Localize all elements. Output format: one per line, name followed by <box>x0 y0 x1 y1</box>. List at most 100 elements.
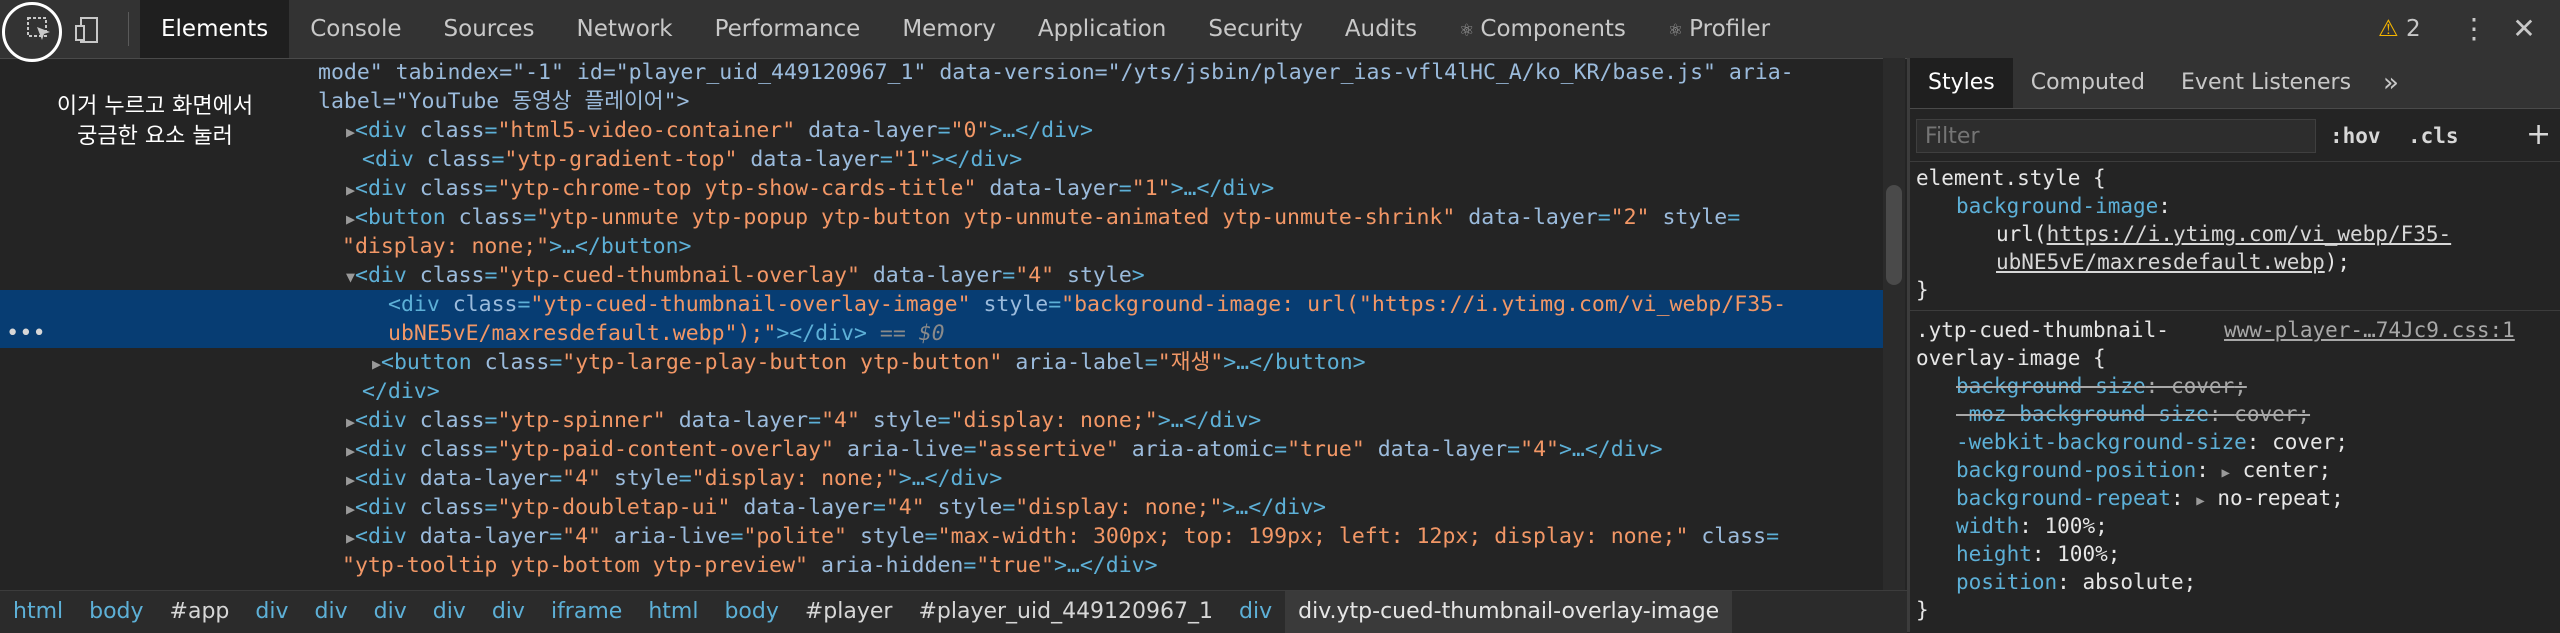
tree-scrollbar-thumb[interactable] <box>1886 185 1902 285</box>
rule-close-brace: } <box>1916 598 1929 622</box>
style-declaration[interactable]: -webkit-background-size: cover; <box>1956 428 2348 456</box>
expand-arrow-icon[interactable]: ▶ <box>0 471 355 489</box>
tab-performance[interactable]: Performance <box>694 0 882 58</box>
devtools-toolbar: Elements Console Sources Network Perform… <box>0 0 2560 62</box>
expand-arrow-icon[interactable]: ▶ <box>0 442 355 460</box>
tree-line[interactable]: ▼<div class="ytp-cued-thumbnail-overlay"… <box>0 261 1883 290</box>
tree-line[interactable]: ▶<div class="ytp-spinner" data-layer="4"… <box>0 406 1883 435</box>
sidebar-tabs: Styles Computed Event Listeners » <box>1910 58 2560 109</box>
tree-line[interactable]: mode" tabindex="-1" id="player_uid_44912… <box>0 58 1883 87</box>
tab-security[interactable]: Security <box>1187 0 1323 58</box>
breadcrumb-item[interactable]: body <box>711 591 791 633</box>
tab-elements[interactable]: Elements <box>140 0 290 58</box>
attr-continuation: mode" tabindex="-1" id="player_uid_44912… <box>318 60 1794 85</box>
tab-audits[interactable]: Audits <box>1324 0 1438 58</box>
rule-close-brace: } <box>1916 278 1929 302</box>
tab-application[interactable]: Application <box>1017 0 1188 58</box>
expand-arrow-icon[interactable]: ▶ <box>0 529 355 547</box>
expand-arrow-icon[interactable]: ▶ <box>0 355 381 373</box>
expand-arrow-icon[interactable]: ▶ <box>0 413 355 431</box>
tree-scrollbar[interactable] <box>1883 58 1905 590</box>
breadcrumb-item[interactable]: html <box>635 591 711 633</box>
tree-line[interactable]: ▶<div data-layer="4" style="display: non… <box>0 464 1883 493</box>
tree-line[interactable]: "display: none;">…</button> <box>0 232 1883 261</box>
collapse-arrow-icon[interactable]: ▼ <box>0 268 355 286</box>
rule-source-link[interactable]: www-player-…74Jc9.css:1 <box>2224 316 2515 344</box>
more-options-icon[interactable]: ⋮ <box>2460 0 2488 58</box>
cls-toggle[interactable]: .cls <box>2408 119 2459 153</box>
tree-line[interactable]: ▶<div data-layer="4" aria-live="polite" … <box>0 522 1883 551</box>
tab-sources[interactable]: Sources <box>423 0 556 58</box>
tab-styles[interactable]: Styles <box>1910 58 2013 108</box>
tab-computed[interactable]: Computed <box>2013 58 2163 108</box>
breadcrumb-item[interactable]: div <box>420 591 479 633</box>
breadcrumb-item[interactable]: #player_uid_449120967_1 <box>905 591 1226 633</box>
style-declaration-value[interactable]: url(https://i.ytimg.com/vi_webp/F35- <box>1996 220 2451 248</box>
breadcrumb-item[interactable]: div <box>1226 591 1285 633</box>
breadcrumb-item[interactable]: div <box>302 591 361 633</box>
tab-network[interactable]: Network <box>556 0 694 58</box>
hov-toggle[interactable]: :hov <box>2330 119 2381 153</box>
styles-filter-input[interactable] <box>1916 119 2316 153</box>
style-declaration-overridden[interactable]: background-size: cover; <box>1956 372 2247 400</box>
breadcrumb-item-current[interactable]: div.ytp-cued-thumbnail-overlay-image <box>1285 591 1733 633</box>
annotation-note: 이거 누르고 화면에서 궁금한 요소 눌러 <box>10 92 300 152</box>
bg-url-link[interactable]: https://i.ytimg.com/vi_webp/F35- <box>2047 222 2452 246</box>
breadcrumb-item[interactable]: #player <box>792 591 906 633</box>
tree-line[interactable]: </div> <box>0 377 1883 406</box>
style-declaration-value[interactable]: ubNE5vE/maxresdefault.webp); <box>1996 248 2350 276</box>
style-declaration[interactable]: width: 100%; <box>1956 512 2108 540</box>
tab-profiler[interactable]: ⚛ Profiler <box>1647 0 1791 58</box>
breadcrumb-item[interactable]: div <box>361 591 420 633</box>
tree-line[interactable]: ▶<button class="ytp-large-play-button yt… <box>0 348 1883 377</box>
tree-line[interactable]: ▶<div class="ytp-doubletap-ui" data-laye… <box>0 493 1883 522</box>
warnings-counter[interactable]: ⚠ 2 <box>2378 0 2421 58</box>
style-declaration[interactable]: background-position: ▶ center; <box>1956 456 2331 484</box>
breadcrumb-item[interactable]: html <box>0 591 76 633</box>
style-rules: element.style { background-image: url(ht… <box>1910 162 2560 632</box>
device-toolbar-button[interactable] <box>66 9 108 51</box>
breadcrumb-item[interactable]: div <box>242 591 301 633</box>
warning-count: 2 <box>2405 16 2421 42</box>
tab-components-label: Components <box>1480 16 1626 42</box>
device-mode-icon <box>75 17 98 43</box>
breadcrumb-item[interactable]: #app <box>157 591 243 633</box>
tree-line[interactable]: ▶<div class="ytp-paid-content-overlay" a… <box>0 435 1883 464</box>
node-actions-icon[interactable]: ••• <box>6 319 46 348</box>
annotation-line1: 이거 누르고 화면에서 <box>56 94 254 119</box>
breadcrumb: html body #app div div div div div ifram… <box>0 590 1907 633</box>
tab-event-listeners[interactable]: Event Listeners <box>2163 58 2369 108</box>
tab-components[interactable]: ⚛ Components <box>1438 0 1647 58</box>
annotation-line2: 궁금한 요소 눌러 <box>77 124 233 149</box>
expand-shorthand-icon[interactable]: ▶ <box>2196 493 2204 509</box>
expand-shorthand-icon[interactable]: ▶ <box>2222 465 2230 481</box>
warning-icon: ⚠ <box>2378 16 2399 42</box>
breadcrumb-item[interactable]: div <box>479 591 538 633</box>
tab-profiler-label: Profiler <box>1689 16 1771 42</box>
rule-selector: .ytp-cued-thumbnail- <box>1916 318 2169 342</box>
expand-arrow-icon[interactable]: ▶ <box>0 210 355 228</box>
selected-node[interactable]: ••• <div class="ytp-cued-thumbnail-overl… <box>0 290 1883 348</box>
style-declaration-overridden[interactable]: -moz-background-size: cover; <box>1956 400 2310 428</box>
close-icon[interactable]: ✕ <box>2508 0 2540 58</box>
react-icon: ⚛ <box>1459 21 1475 41</box>
style-declaration[interactable]: background-repeat: ▶ no-repeat; <box>1956 484 2344 512</box>
expand-arrow-icon[interactable]: ▶ <box>0 500 355 518</box>
bg-url-link[interactable]: ubNE5vE/maxresdefault.webp <box>1996 250 2325 274</box>
tree-line[interactable]: ▶<div class="ytp-chrome-top ytp-show-car… <box>0 174 1883 203</box>
breadcrumb-item[interactable]: iframe <box>538 591 635 633</box>
more-tabs-icon[interactable]: » <box>2369 58 2413 108</box>
toolbar-separator <box>128 12 129 46</box>
new-rule-icon[interactable]: + <box>2526 115 2551 155</box>
tab-console[interactable]: Console <box>289 0 422 58</box>
style-declaration[interactable]: position: absolute; <box>1956 568 2196 596</box>
expand-arrow-icon[interactable]: ▶ <box>0 181 355 199</box>
style-declaration[interactable]: background-image: <box>1956 192 2171 220</box>
tab-memory[interactable]: Memory <box>881 0 1017 58</box>
selected-node-line1: <div class="ytp-cued-thumbnail-overlay-i… <box>388 292 1787 317</box>
tree-line[interactable]: ▶<button class="ytp-unmute ytp-popup ytp… <box>0 203 1883 232</box>
tree-line[interactable]: "ytp-tooltip ytp-bottom ytp-preview" ari… <box>0 551 1883 580</box>
style-declaration[interactable]: height: 100%; <box>1956 540 2120 568</box>
breadcrumb-item[interactable]: body <box>76 591 156 633</box>
styles-pane: Styles Computed Event Listeners » :hov .… <box>1910 58 2560 632</box>
